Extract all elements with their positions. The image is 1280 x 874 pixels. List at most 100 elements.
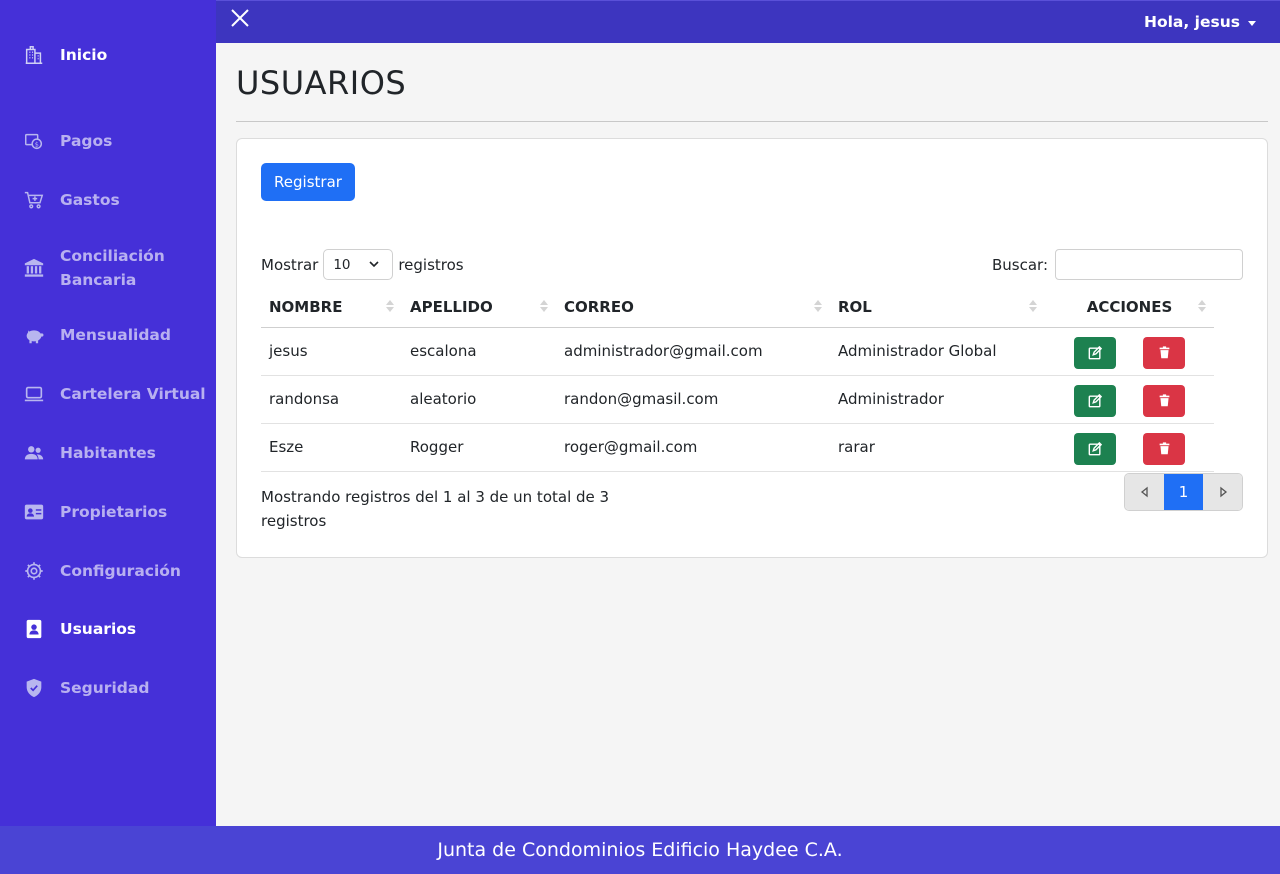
cell-acciones: [1045, 327, 1214, 376]
sidebar-item-usuarios[interactable]: Usuarios: [0, 617, 216, 641]
cell-acciones: [1045, 375, 1214, 424]
sidebar-item-conciliacion-bancaria[interactable]: Conciliación Bancaria: [0, 244, 216, 292]
footer-text: Junta de Condominios Edificio Haydee C.A…: [437, 839, 843, 861]
length-prefix: Mostrar: [261, 255, 319, 274]
sidebar-item-label: Configuración: [60, 562, 181, 580]
divider: [236, 121, 1268, 122]
pagination: 1: [1124, 473, 1243, 511]
sidebar-item-configuracion[interactable]: Configuración: [0, 559, 216, 583]
page-title: USUARIOS: [236, 64, 407, 102]
users-table: NOMBRE APELLIDO CORREO ROL ACCIONES jesu…: [261, 287, 1214, 472]
page-length-control: Mostrar 10 registros: [261, 249, 464, 280]
column-header-apellido[interactable]: APELLIDO: [402, 287, 556, 328]
column-header-nombre[interactable]: NOMBRE: [261, 287, 402, 328]
delete-button[interactable]: [1143, 384, 1185, 417]
caret-down-icon: [1248, 20, 1256, 26]
column-header-correo[interactable]: CORREO: [556, 287, 830, 328]
edit-button[interactable]: [1074, 336, 1116, 369]
cell-apellido: Rogger: [402, 423, 556, 472]
payment-icon: $: [22, 129, 46, 153]
register-button[interactable]: Registrar: [261, 163, 355, 201]
page-length-select[interactable]: 10: [323, 249, 394, 280]
previous-page-button[interactable]: [1125, 474, 1164, 510]
cell-nombre: randonsa: [261, 375, 402, 424]
table-row: randonsa aleatorio randon@gmasil.com Adm…: [261, 375, 1214, 424]
trash-icon: [1159, 442, 1169, 455]
sidebar-item-label: Cartelera Virtual: [60, 385, 206, 403]
sort-icon: [540, 300, 548, 312]
sidebar-item-seguridad[interactable]: Seguridad: [0, 676, 216, 700]
laptop-icon: [22, 382, 46, 406]
id-card-icon: [22, 500, 46, 524]
delete-button[interactable]: [1143, 432, 1185, 465]
user-greeting: Hola, jesus: [1144, 13, 1240, 31]
next-page-button[interactable]: [1203, 474, 1242, 510]
sidebar-item-label: Bancaria: [60, 271, 137, 289]
sidebar-item-label: Mensualidad: [60, 326, 171, 344]
caret-left-icon: [1140, 486, 1148, 498]
table-row: Esze Rogger roger@gmail.com rarar: [261, 423, 1214, 472]
table-row: jesus escalona administrador@gmail.com A…: [261, 327, 1214, 376]
edit-button[interactable]: [1074, 384, 1116, 417]
user-menu-dropdown[interactable]: Hola, jesus: [1144, 13, 1256, 31]
sidebar-item-mensualidad[interactable]: Mensualidad: [0, 323, 216, 347]
top-navbar: Hola, jesus: [216, 0, 1280, 43]
sidebar: Inicio $ Pagos Gastos Conciliación Banca…: [0, 0, 216, 826]
user-badge-icon: [22, 617, 46, 641]
sort-icon: [814, 300, 822, 312]
edit-button[interactable]: [1074, 432, 1116, 465]
shield-icon: [22, 676, 46, 700]
sidebar-item-gastos[interactable]: Gastos: [0, 188, 216, 212]
svg-text:$: $: [35, 141, 39, 149]
trash-icon: [1159, 394, 1169, 407]
sidebar-item-label: Propietarios: [60, 503, 168, 521]
sidebar-item-label: Inicio: [60, 46, 108, 64]
users-icon: [22, 441, 46, 465]
caret-right-icon: [1219, 486, 1227, 498]
search-input[interactable]: [1055, 249, 1243, 280]
cell-nombre: Esze: [261, 423, 402, 472]
users-card: Registrar Mostrar 10 registros Buscar: N…: [236, 138, 1268, 558]
sidebar-item-inicio[interactable]: Inicio: [0, 43, 216, 67]
close-icon[interactable]: [228, 7, 252, 31]
sidebar-item-label: Pagos: [60, 132, 113, 150]
sidebar-item-propietarios[interactable]: Propietarios: [0, 500, 216, 524]
cell-rol: rarar: [830, 423, 1045, 472]
cell-apellido: aleatorio: [402, 375, 556, 424]
edit-icon: [1088, 441, 1102, 455]
sort-icon: [1198, 300, 1206, 312]
cell-correo: randon@gmasil.com: [556, 375, 830, 424]
sidebar-item-pagos[interactable]: $ Pagos: [0, 129, 216, 153]
cell-correo: roger@gmail.com: [556, 423, 830, 472]
page-length-value: 10: [333, 257, 351, 273]
trash-icon: [1159, 346, 1169, 359]
cell-correo: administrador@gmail.com: [556, 327, 830, 376]
delete-button[interactable]: [1143, 336, 1185, 369]
sidebar-item-cartelera-virtual[interactable]: Cartelera Virtual: [0, 382, 216, 406]
edit-icon: [1088, 345, 1102, 359]
sidebar-item-label: Habitantes: [60, 444, 156, 462]
sort-icon: [386, 300, 394, 312]
edit-icon: [1088, 393, 1102, 407]
column-header-acciones[interactable]: ACCIONES: [1045, 287, 1214, 328]
footer: Junta de Condominios Edificio Haydee C.A…: [0, 826, 1280, 874]
gear-icon: [22, 559, 46, 583]
bank-icon: [22, 256, 46, 280]
sort-icon: [1029, 300, 1037, 312]
cell-rol: Administrador Global: [830, 327, 1045, 376]
search-label: Buscar:: [991, 255, 1048, 274]
cell-acciones: [1045, 423, 1214, 472]
search-control: Buscar:: [992, 249, 1243, 280]
sidebar-item-label: Gastos: [60, 191, 120, 209]
chevron-down-icon: [368, 258, 380, 274]
sidebar-item-label: Usuarios: [60, 620, 137, 638]
sidebar-item-label: Seguridad: [60, 679, 150, 697]
cell-nombre: jesus: [261, 327, 402, 376]
column-header-rol[interactable]: ROL: [830, 287, 1045, 328]
table-header-row: NOMBRE APELLIDO CORREO ROL ACCIONES: [261, 287, 1214, 328]
page-button-current[interactable]: 1: [1164, 474, 1203, 510]
cell-rol: Administrador: [830, 375, 1045, 424]
length-suffix: registros: [398, 255, 464, 274]
sidebar-item-habitantes[interactable]: Habitantes: [0, 441, 216, 465]
cart-icon: [22, 188, 46, 212]
